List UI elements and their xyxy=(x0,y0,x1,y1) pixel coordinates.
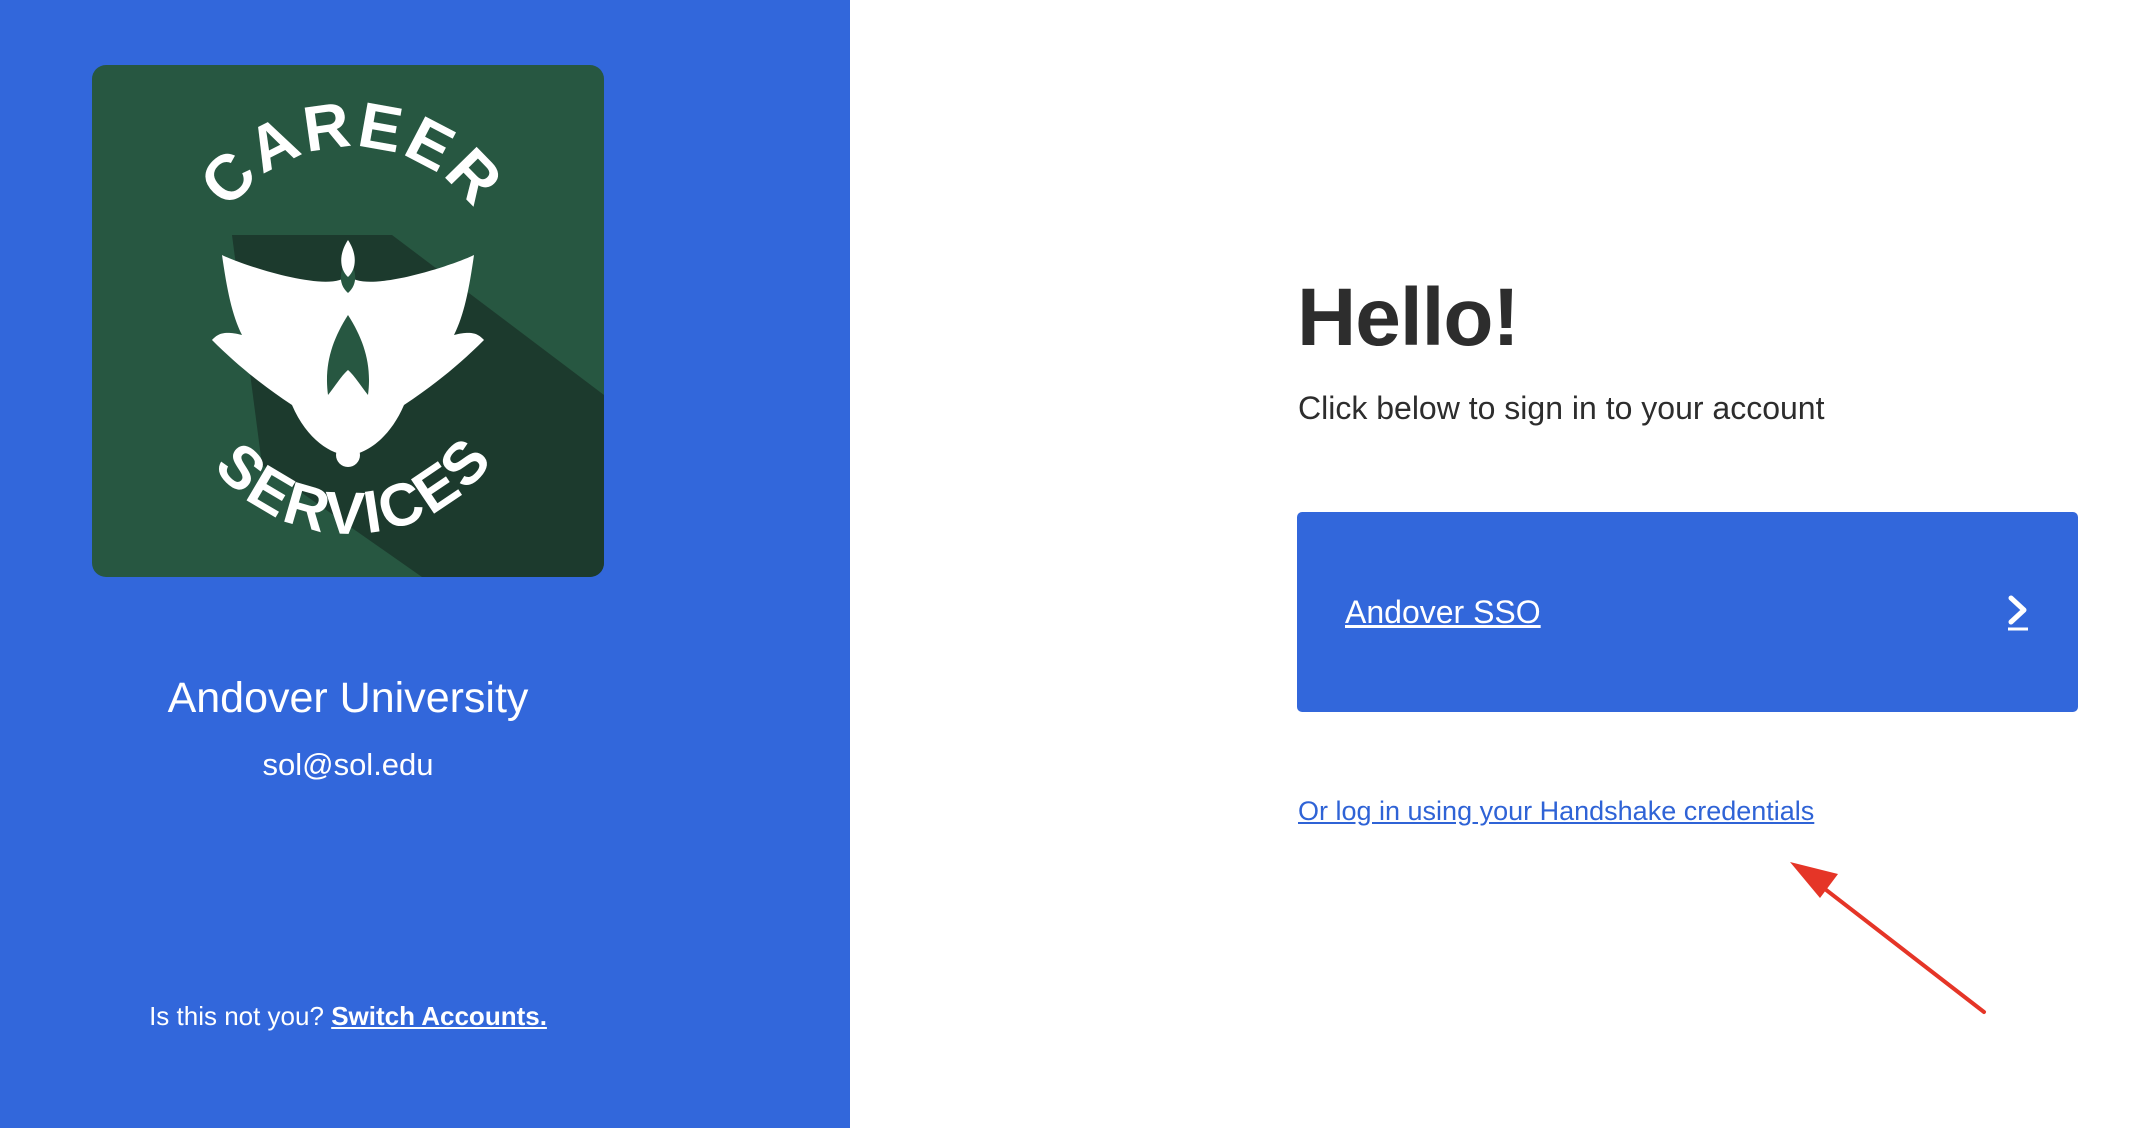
page-heading: Hello! xyxy=(1297,272,1520,363)
chevron-right-icon xyxy=(2008,595,2028,631)
logo-text-top: CAREER xyxy=(186,88,518,220)
career-services-logo: CAREER SERVICES xyxy=(92,65,604,577)
account-email: sol@sol.edu xyxy=(262,747,434,782)
sso-button-label: Andover SSO xyxy=(1345,594,1541,630)
andover-sso-button[interactable]: Andover SSO xyxy=(1297,512,2078,712)
handshake-credentials-link[interactable]: Or log in using your Handshake credentia… xyxy=(1298,793,1814,829)
school-name: Andover University xyxy=(167,674,529,722)
switch-account-row: Is this not you? Switch Accounts. xyxy=(0,998,696,1034)
switch-accounts-link[interactable]: Switch Accounts. xyxy=(331,1001,547,1031)
page-subtitle: Click below to sign in to your account xyxy=(1298,390,1825,426)
school-panel: CAREER SERVICES Andover University sol@s… xyxy=(0,0,850,1128)
switch-prompt: Is this not you? xyxy=(149,1001,324,1031)
